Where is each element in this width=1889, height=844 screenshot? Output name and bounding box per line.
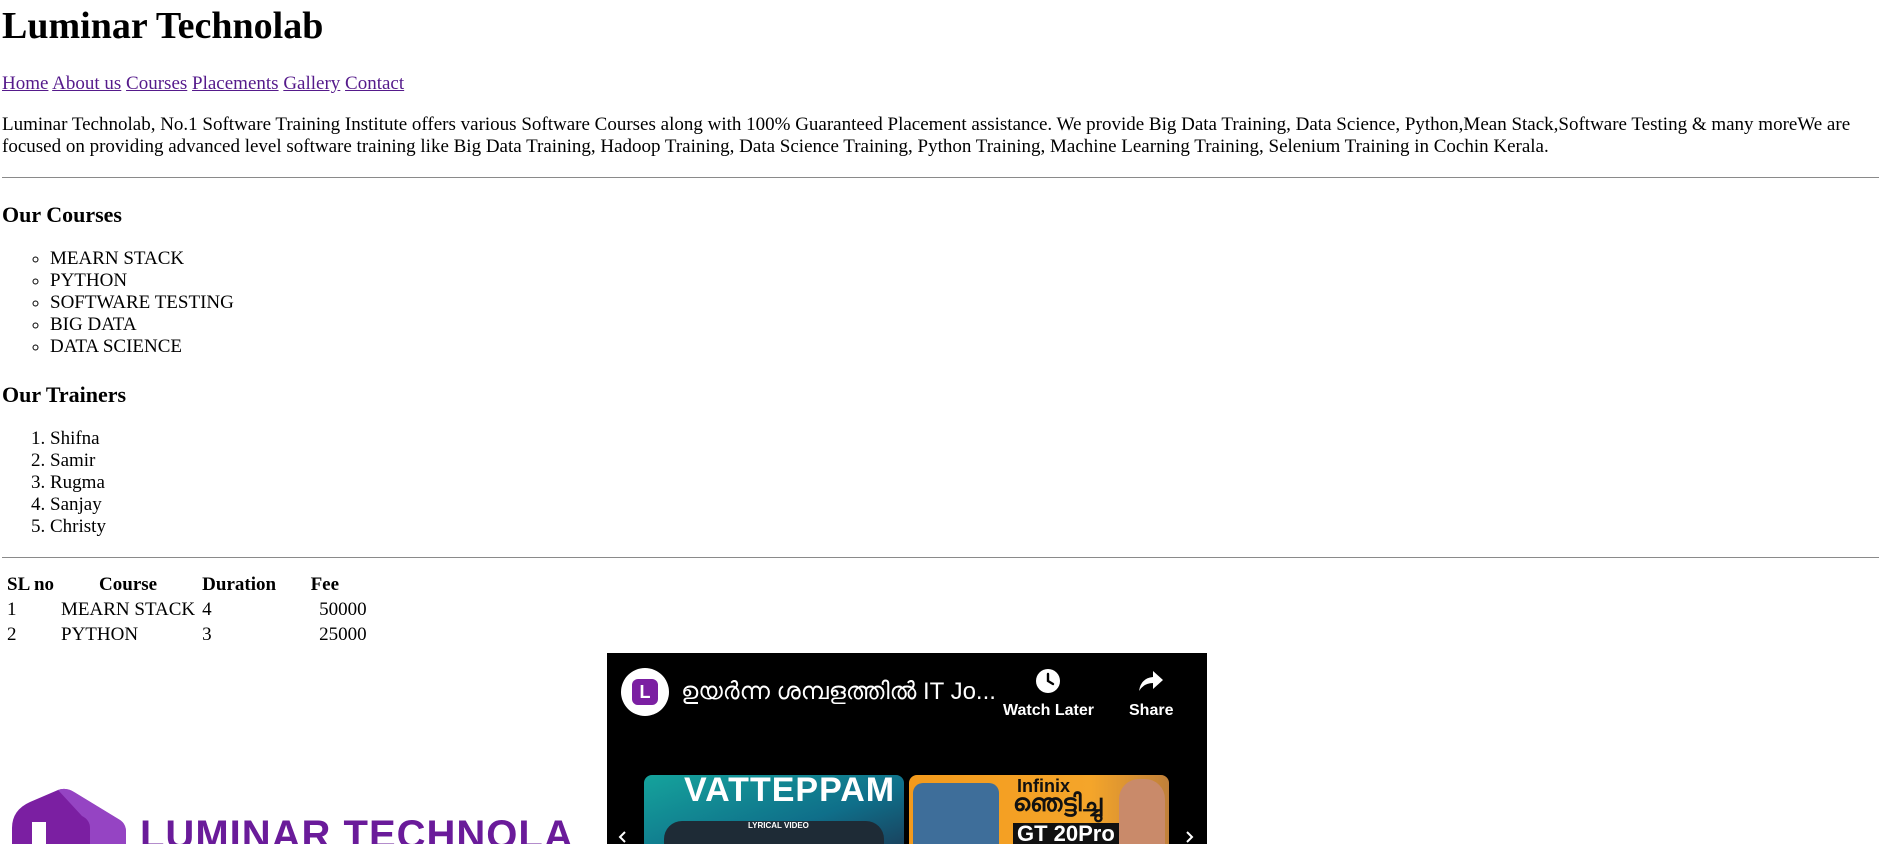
logo-text: LUMINAR TECHNOLAB [140, 813, 572, 844]
table-row: 2 PYTHON 3 25000 [5, 624, 369, 646]
table-header-row: SL no Course Duration Fee [5, 574, 369, 596]
trainer-item: Christy [50, 516, 1879, 538]
column-header: Fee [310, 574, 340, 595]
divider [2, 177, 1879, 178]
course-item: PYTHON [50, 270, 1879, 292]
channel-logo: L [632, 679, 658, 705]
nav-placements-link[interactable]: Placements [192, 73, 279, 94]
table-cell: 3 [202, 624, 212, 645]
intro-paragraph: Luminar Technolab, No.1 Software Trainin… [2, 114, 1851, 157]
chevron-left-icon[interactable] [617, 831, 629, 843]
course-item: SOFTWARE TESTING [50, 292, 1879, 314]
nav-gallery-link[interactable]: Gallery [283, 73, 340, 94]
courses-heading: Our Courses [2, 202, 122, 227]
luminar-logo-mark-icon [12, 788, 126, 844]
watch-later-button[interactable]: Watch Later [1003, 666, 1094, 722]
table-cell: 50000 [319, 599, 367, 620]
site-title: Luminar Technolab [2, 5, 324, 47]
thumbnail-model: GT 20Pro [1013, 823, 1119, 844]
related-video-thumbnail[interactable]: Infinix ഞെട്ടിച്ചു GT 20Pro [909, 775, 1169, 844]
thumbnail-caption: ഞെട്ടിച്ചു [1013, 790, 1103, 817]
nav-about-link[interactable]: About us [52, 73, 121, 94]
clock-icon [1003, 666, 1094, 696]
divider [2, 557, 1879, 558]
page-content: Luminar Technolab Home About us Courses … [2, 0, 1879, 649]
watch-later-label: Watch Later [1003, 702, 1094, 719]
table-cell: MEARN STACK [61, 599, 196, 620]
course-item: DATA SCIENCE [50, 336, 1879, 358]
trainers-list: Shifna Samir Rugma Sanjay Christy [2, 428, 1879, 538]
nav-courses-link[interactable]: Courses [126, 73, 187, 94]
courses-list: MEARN STACK PYTHON SOFTWARE TESTING BIG … [2, 248, 1879, 358]
share-label: Share [1129, 702, 1174, 719]
table-cell: 1 [7, 599, 17, 620]
channel-avatar[interactable]: L [621, 668, 669, 716]
related-video-thumbnail[interactable]: VATTEPPAM LYRICAL VIDEO [644, 775, 904, 844]
column-header: Duration [202, 574, 277, 595]
table-cell: 2 [7, 624, 17, 645]
course-fee-table: SL no Course Duration Fee 1 MEARN STACK … [2, 571, 372, 649]
trainer-item: Samir [50, 450, 1879, 472]
share-button[interactable]: Share [1129, 666, 1173, 722]
column-header: SL no [7, 574, 55, 595]
embedded-video-player[interactable]: L ഉയർന്ന ശമ്പളത്തിൽ IT Jo... Watch Later… [607, 653, 1207, 844]
video-title[interactable]: ഉയർന്ന ശമ്പളത്തിൽ IT Jo... [681, 677, 996, 707]
nav-contact-link[interactable]: Contact [345, 73, 404, 94]
thumbnail-subtitle: LYRICAL VIDEO [748, 821, 809, 830]
thumbnail-face [1119, 779, 1165, 844]
trainers-heading: Our Trainers [2, 382, 127, 407]
trainer-item: Rugma [50, 472, 1879, 494]
trainer-item: Sanjay [50, 494, 1879, 516]
course-item: MEARN STACK [50, 248, 1879, 270]
table-cell: PYTHON [61, 624, 139, 645]
main-nav: Home About us Courses Placements Gallery… [2, 73, 1879, 95]
luminar-logo: LUMINAR TECHNOLAB [2, 788, 572, 844]
column-header: Course [99, 574, 158, 595]
share-icon [1129, 666, 1173, 696]
table-row: 1 MEARN STACK 4 50000 [5, 599, 369, 621]
thumbnail-title: VATTEPPAM [684, 775, 896, 809]
course-item: BIG DATA [50, 314, 1879, 336]
thumbnail-phone [913, 783, 999, 844]
table-cell: 25000 [319, 624, 367, 645]
trainer-item: Shifna [50, 428, 1879, 450]
chevron-right-icon[interactable] [1183, 831, 1195, 843]
table-cell: 4 [202, 599, 212, 620]
nav-home-link[interactable]: Home [2, 73, 48, 94]
